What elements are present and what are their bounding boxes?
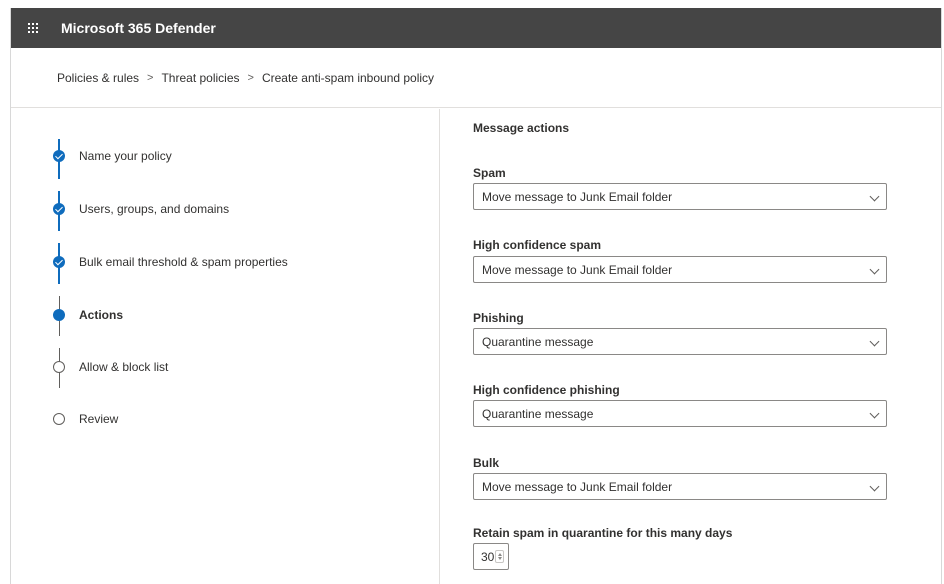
empty-circle-icon [53,413,65,425]
wizard-steps-panel: Name your policy Users, groups, and doma… [11,109,439,584]
current-step-dot-icon [53,309,65,321]
step-label: Bulk email threshold & spam properties [79,255,288,269]
chevron-down-icon [869,481,880,492]
wizard-step-users-groups-domains[interactable]: Users, groups, and domains [53,202,229,216]
spin-arrows-icon[interactable] [495,550,504,563]
checkmark-circle-icon [53,150,65,162]
quarantine-retention-label: Retain spam in quarantine for this many … [473,526,733,540]
high-confidence-spam-dropdown[interactable]: Move message to Junk Email folder [473,256,887,283]
high-confidence-spam-label: High confidence spam [473,238,602,252]
breadcrumb-separator: > [147,71,154,84]
chevron-down-icon [869,264,880,275]
stepper-value: 30 [481,549,495,564]
step-label: Users, groups, and domains [79,202,230,216]
app-launcher-button[interactable] [11,8,55,48]
bulk-action-dropdown[interactable]: Move message to Junk Email folder [473,473,887,500]
breadcrumb-threat-policies[interactable]: Threat policies [161,71,239,85]
wizard-step-review: Review [53,412,118,426]
wizard-step-name-policy[interactable]: Name your policy [53,149,172,163]
checkmark-circle-icon [53,203,65,215]
chevron-down-icon [869,336,880,347]
dropdown-value: Move message to Junk Email folder [482,479,673,494]
breadcrumb-separator: > [247,71,254,84]
dropdown-value: Quarantine message [482,334,594,349]
wizard-step-allow-block-list: Allow & block list [53,360,168,374]
step-label: Review [79,412,119,426]
chevron-down-icon [869,191,880,202]
high-confidence-phishing-dropdown[interactable]: Quarantine message [473,400,887,427]
section-title: Message actions [473,121,570,135]
step-label: Name your policy [79,149,172,163]
panel-divider [439,109,440,584]
wizard-step-actions[interactable]: Actions [53,308,123,322]
high-confidence-phishing-label: High confidence phishing [473,383,620,397]
spam-label: Spam [473,166,506,180]
waffle-icon [28,23,38,33]
step-label: Actions [79,308,124,322]
dropdown-value: Move message to Junk Email folder [482,189,673,204]
dropdown-value: Quarantine message [482,406,594,421]
app-frame: Microsoft 365 Defender Policies & rules … [10,8,942,584]
phishing-action-dropdown[interactable]: Quarantine message [473,328,887,355]
checkmark-circle-icon [53,256,65,268]
app-title: Microsoft 365 Defender [61,20,216,36]
quarantine-retention-stepper[interactable]: 30 [473,543,509,570]
wizard-step-bulk-email-threshold[interactable]: Bulk email threshold & spam properties [53,255,288,269]
phishing-label: Phishing [473,311,524,325]
top-navigation-bar: Microsoft 365 Defender [11,8,941,48]
dropdown-value: Move message to Junk Email folder [482,262,673,277]
spam-action-dropdown[interactable]: Move message to Junk Email folder [473,183,887,210]
bulk-label: Bulk [473,456,500,470]
step-label: Allow & block list [79,360,169,374]
chevron-down-icon [869,408,880,419]
breadcrumb-current-page: Create anti-spam inbound policy [261,70,435,85]
empty-circle-icon [53,361,65,373]
breadcrumb-policies-rules[interactable]: Policies & rules [57,71,139,85]
breadcrumb: Policies & rules > Threat policies > Cre… [11,48,941,108]
